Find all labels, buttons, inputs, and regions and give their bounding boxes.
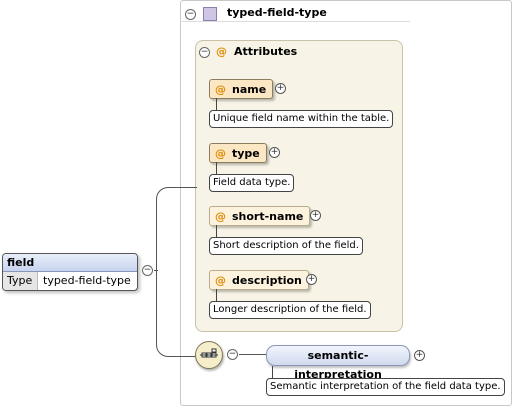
attribute-label: name: [232, 82, 267, 96]
element-doc: Semantic interpretation of the field dat…: [266, 378, 505, 396]
attribute-name[interactable]: @ name: [209, 79, 274, 99]
collapse-type-icon[interactable]: −: [185, 9, 196, 20]
attribute-doc: Unique field name within the table.: [209, 110, 394, 128]
complex-type-name: typed-field-type: [227, 6, 327, 19]
expand-short-name-icon[interactable]: +: [310, 210, 321, 221]
doc-connector: [216, 162, 217, 174]
attribute-doc: Short description of the field.: [209, 237, 363, 255]
doc-connector: [216, 225, 217, 237]
field-element[interactable]: field Type typed-field-type: [2, 253, 138, 291]
attribute-at-icon: @: [215, 273, 226, 287]
semantic-interpretation-element[interactable]: semantic-interpretation: [266, 345, 410, 381]
attribute-type[interactable]: @ type: [209, 143, 267, 163]
doc-connector: [216, 289, 217, 301]
sequence-glyph: [200, 348, 218, 358]
attribute-at-icon: @: [215, 209, 226, 223]
connector-line: [239, 354, 266, 355]
field-type-row: Type typed-field-type: [3, 272, 137, 290]
field-element-name: field: [3, 254, 137, 272]
connector-bracket: [156, 187, 197, 357]
attributes-at-icon: @: [216, 45, 227, 58]
attributes-title: Attributes: [234, 45, 298, 58]
doc-connector: [272, 366, 273, 378]
expand-description-icon[interactable]: +: [306, 274, 317, 285]
expand-name-icon[interactable]: +: [275, 83, 286, 94]
collapse-field-icon[interactable]: −: [142, 265, 153, 276]
attribute-label: short-name: [232, 209, 304, 223]
attribute-short-name[interactable]: @ short-name: [209, 206, 311, 226]
attribute-description[interactable]: @ description: [209, 270, 309, 290]
complex-type-icon: [203, 7, 217, 21]
attribute-doc: Longer description of the field.: [209, 301, 371, 319]
expand-semantic-icon[interactable]: +: [414, 350, 425, 361]
type-key: Type: [3, 272, 38, 290]
attribute-label: type: [232, 146, 260, 160]
type-value: typed-field-type: [43, 274, 131, 287]
attribute-at-icon: @: [215, 82, 226, 96]
attribute-label: description: [232, 273, 302, 287]
type-divider: [180, 21, 410, 22]
collapse-attributes-icon[interactable]: −: [199, 47, 210, 58]
collapse-sequence-icon[interactable]: −: [227, 349, 238, 360]
sequence-compositor-icon[interactable]: [195, 341, 223, 369]
doc-connector: [216, 98, 217, 110]
attribute-doc: Field data type.: [209, 174, 295, 192]
expand-type-icon[interactable]: +: [269, 147, 280, 158]
attribute-at-icon: @: [215, 146, 226, 160]
